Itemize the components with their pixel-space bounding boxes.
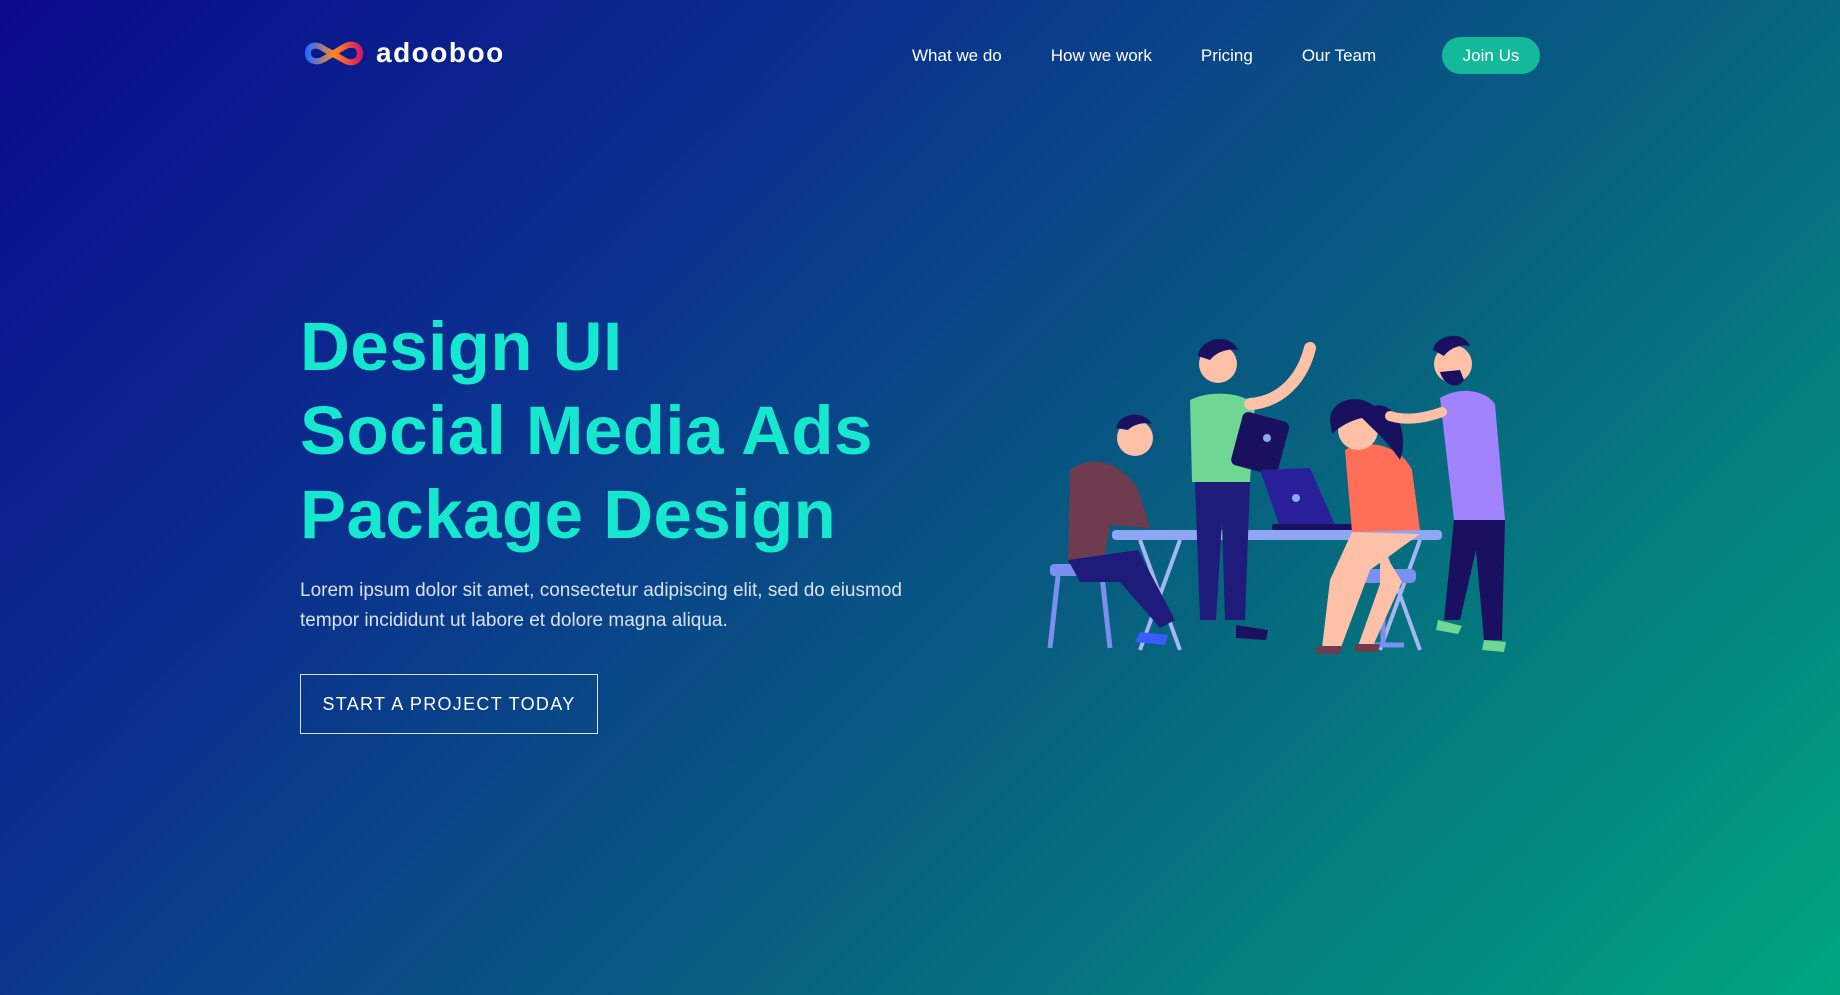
nav-link-our-team[interactable]: Our Team xyxy=(1302,38,1376,74)
nav-links: What we do How we work Pricing Our Team xyxy=(912,38,1376,74)
brand-name: adooboo xyxy=(376,37,505,68)
hero-description: Lorem ipsum dolor sit amet, consectetur … xyxy=(300,580,902,631)
top-navigation: adooboo What we do How we work Pricing O… xyxy=(0,0,1840,112)
headline-line-3: Package Design xyxy=(300,476,837,553)
headline-line-2: Social Media Ads xyxy=(300,392,873,469)
brand-logo[interactable]: adooboo xyxy=(302,36,505,70)
nav-link-pricing[interactable]: Pricing xyxy=(1201,38,1253,74)
infinity-logo-icon xyxy=(304,41,364,66)
team-working-illustration xyxy=(1047,335,1506,654)
join-us-button[interactable]: Join Us xyxy=(1442,37,1540,74)
nav-link-how-we-work[interactable]: How we work xyxy=(1051,38,1152,74)
start-project-button[interactable]: START A PROJECT TODAY xyxy=(300,674,598,734)
nav-link-what-we-do[interactable]: What we do xyxy=(912,38,1002,74)
headline-line-1: Design UI xyxy=(300,308,623,385)
hero-headline: Design UI Social Media Ads Package Desig… xyxy=(300,305,873,557)
